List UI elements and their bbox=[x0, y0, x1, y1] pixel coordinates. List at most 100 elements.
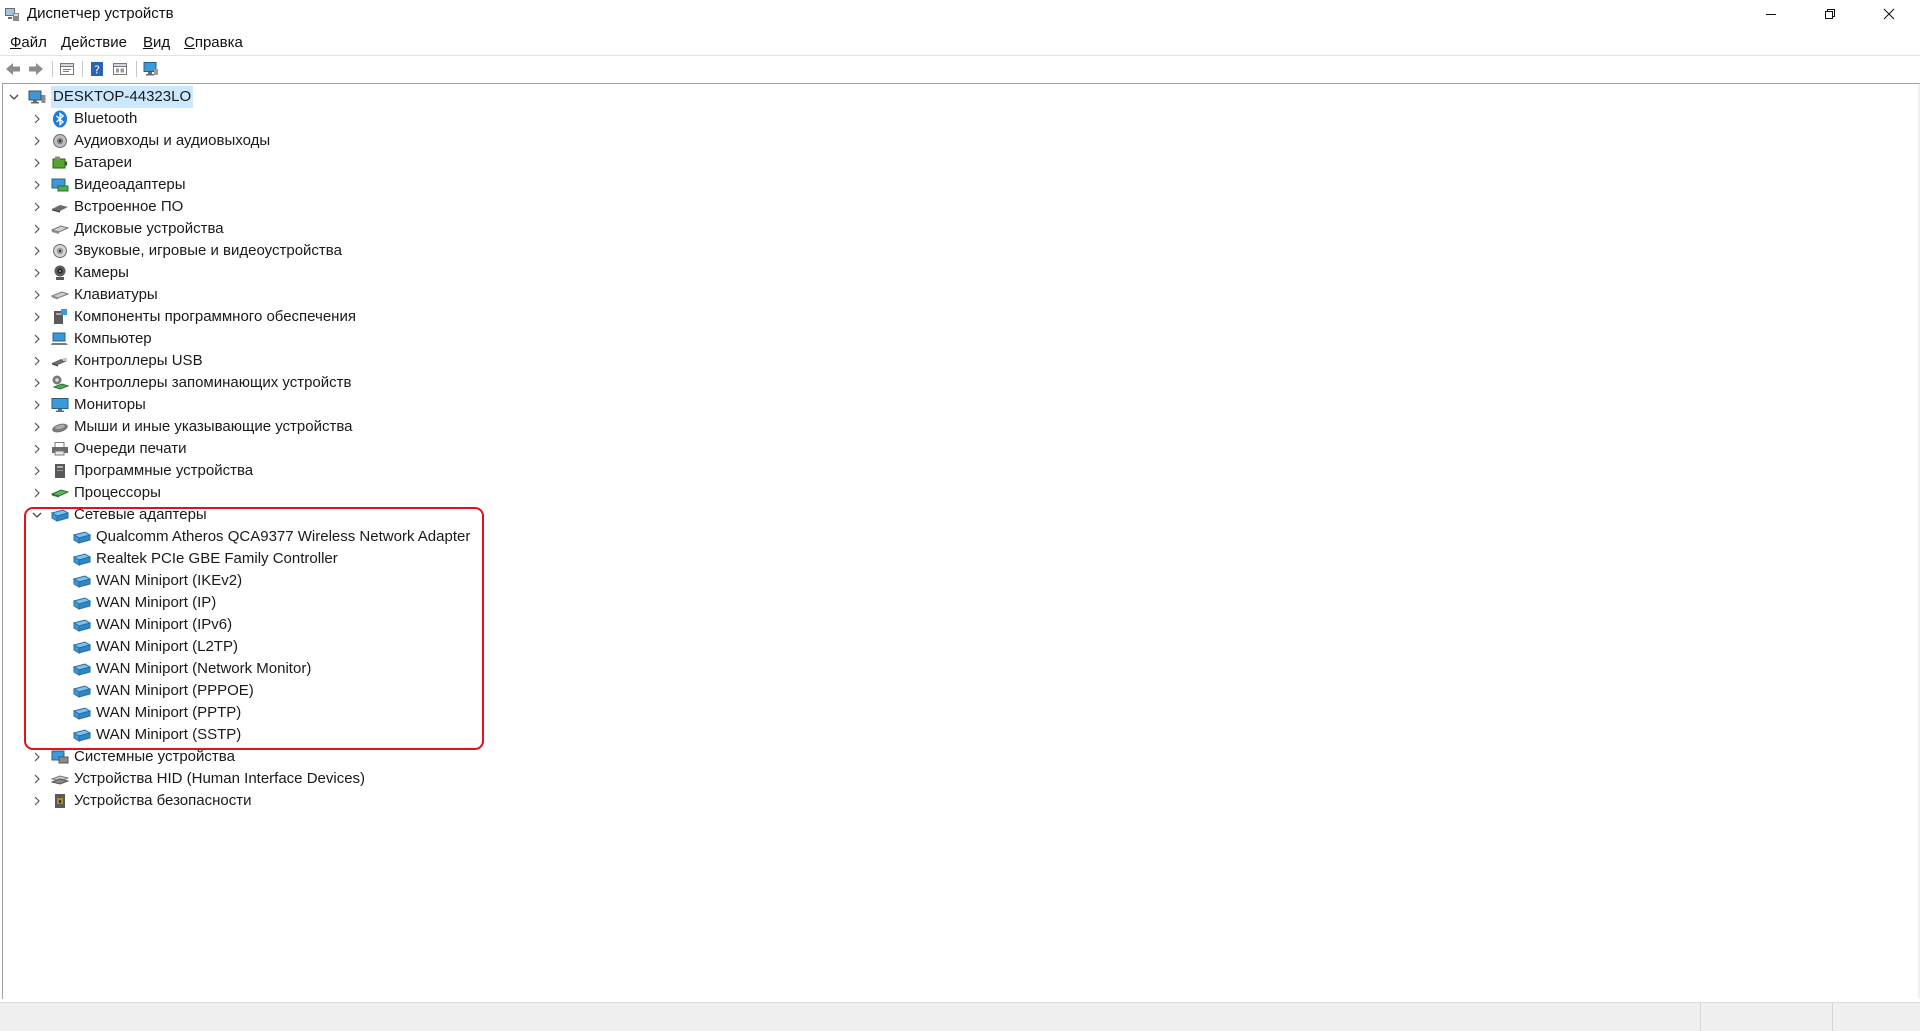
software-device-icon bbox=[51, 462, 69, 480]
device-item[interactable]: WAN Miniport (PPTP) bbox=[51, 702, 241, 724]
device-item[interactable]: WAN Miniport (SSTP) bbox=[51, 724, 241, 746]
tree-category[interactable]: Bluetooth bbox=[29, 108, 137, 130]
minimize-button[interactable] bbox=[1742, 0, 1799, 28]
chevron-right-icon[interactable] bbox=[29, 177, 45, 193]
device-item[interactable]: WAN Miniport (IPv6) bbox=[51, 614, 232, 636]
menu-help[interactable]: Справка bbox=[184, 34, 243, 51]
network-adapter-icon bbox=[73, 726, 91, 744]
menu-file[interactable]: Файл bbox=[10, 34, 47, 51]
tree-category[interactable]: Контроллеры запоминающих устройств bbox=[29, 372, 351, 394]
tree-category[interactable]: Камеры bbox=[29, 262, 129, 284]
category-label: Видеоадаптеры bbox=[74, 176, 186, 193]
hid-icon bbox=[51, 770, 69, 788]
device-label: WAN Miniport (IP) bbox=[96, 594, 217, 611]
tree-category[interactable]: Программные устройства bbox=[29, 460, 253, 482]
tree-category[interactable]: Компоненты программного обеспечения bbox=[29, 306, 356, 328]
help-button[interactable]: ? bbox=[87, 59, 107, 79]
chevron-right-icon[interactable] bbox=[29, 771, 45, 787]
chevron-right-icon[interactable] bbox=[29, 155, 45, 171]
chevron-down-icon[interactable] bbox=[6, 89, 22, 105]
view-button[interactable] bbox=[110, 59, 130, 79]
tree-category[interactable]: Процессоры bbox=[29, 482, 161, 504]
help-icon: ? bbox=[91, 62, 103, 77]
device-label: WAN Miniport (SSTP) bbox=[96, 726, 242, 743]
restore-button[interactable] bbox=[1801, 0, 1858, 28]
chevron-right-icon[interactable] bbox=[29, 199, 45, 215]
tree-category[interactable]: Устройства безопасности bbox=[29, 790, 251, 812]
device-item[interactable]: WAN Miniport (IKEv2) bbox=[51, 570, 242, 592]
tree-category[interactable]: Видеоадаптеры bbox=[29, 174, 186, 196]
menu-action[interactable]: Действие bbox=[61, 34, 127, 51]
device-item[interactable]: Qualcomm Atheros QCA9377 Wireless Networ… bbox=[51, 526, 470, 548]
sound-icon bbox=[51, 242, 69, 260]
chevron-right-icon[interactable] bbox=[29, 111, 45, 127]
tree-category[interactable]: Очереди печати bbox=[29, 438, 187, 460]
tree-category-network-adapters[interactable]: Сетевые адаптеры bbox=[29, 504, 207, 526]
menu-view[interactable]: Вид bbox=[143, 34, 170, 51]
network-adapter-icon bbox=[73, 572, 91, 590]
chevron-right-icon[interactable] bbox=[29, 331, 45, 347]
tree-category[interactable]: Компьютер bbox=[29, 328, 152, 350]
device-label: WAN Miniport (IKEv2) bbox=[96, 572, 243, 589]
minimize-icon bbox=[1765, 14, 1776, 15]
network-adapter-icon bbox=[73, 616, 91, 634]
close-button[interactable] bbox=[1860, 0, 1917, 28]
chevron-down-icon[interactable] bbox=[29, 507, 45, 523]
tree-category[interactable]: Мыши и иные указывающие устройства bbox=[29, 416, 352, 438]
tree-category[interactable]: Батареи bbox=[29, 152, 132, 174]
chevron-right-icon[interactable] bbox=[29, 749, 45, 765]
tree-category[interactable]: Мониторы bbox=[29, 394, 146, 416]
network-adapter-icon bbox=[51, 506, 69, 524]
tree-category[interactable]: Клавиатуры bbox=[29, 284, 158, 306]
category-label: Встроенное ПО bbox=[74, 198, 184, 215]
device-item[interactable]: Realtek PCIe GBE Family Controller bbox=[51, 548, 338, 570]
mouse-icon bbox=[51, 418, 69, 436]
chevron-right-icon[interactable] bbox=[29, 397, 45, 413]
chevron-right-icon[interactable] bbox=[29, 221, 45, 237]
tree-category[interactable]: Аудиовходы и аудиовыходы bbox=[29, 130, 270, 152]
tree-category[interactable]: Дисковые устройства bbox=[29, 218, 224, 240]
category-label: Аудиовходы и аудиовыходы bbox=[74, 132, 271, 149]
chevron-right-icon[interactable] bbox=[29, 287, 45, 303]
category-label: Мыши и иные указывающие устройства bbox=[74, 418, 353, 435]
tree-category[interactable]: Системные устройства bbox=[29, 746, 235, 768]
device-item[interactable]: WAN Miniport (IP) bbox=[51, 592, 216, 614]
tree-category[interactable]: Контроллеры USB bbox=[29, 350, 203, 372]
computer-icon bbox=[28, 88, 46, 106]
category-label: Звуковые, игровые и видеоустройства bbox=[74, 242, 342, 259]
chevron-right-icon[interactable] bbox=[29, 265, 45, 281]
chevron-right-icon[interactable] bbox=[29, 375, 45, 391]
software-component-icon bbox=[51, 308, 69, 326]
chevron-right-icon[interactable] bbox=[29, 243, 45, 259]
back-arrow-icon bbox=[6, 63, 20, 75]
chevron-right-icon[interactable] bbox=[29, 485, 45, 501]
chevron-right-icon[interactable] bbox=[29, 309, 45, 325]
view-icon bbox=[113, 63, 127, 75]
category-label: Клавиатуры bbox=[74, 286, 158, 303]
chevron-right-icon[interactable] bbox=[29, 419, 45, 435]
category-label: Программные устройства bbox=[74, 462, 254, 479]
forward-button[interactable] bbox=[26, 59, 46, 79]
tree-category[interactable]: Устройства HID (Human Interface Devices) bbox=[29, 768, 365, 790]
tree-category[interactable]: Встроенное ПО bbox=[29, 196, 183, 218]
scan-hardware-button[interactable] bbox=[141, 59, 161, 79]
chevron-right-icon[interactable] bbox=[29, 441, 45, 457]
chevron-right-icon[interactable] bbox=[29, 793, 45, 809]
storage-controller-icon bbox=[51, 374, 69, 392]
device-item[interactable]: WAN Miniport (Network Monitor) bbox=[51, 658, 311, 680]
chevron-right-icon[interactable] bbox=[29, 463, 45, 479]
tree-root-label: DESKTOP-44323LO bbox=[51, 86, 194, 108]
network-adapter-icon bbox=[73, 660, 91, 678]
back-button[interactable] bbox=[3, 59, 23, 79]
chevron-right-icon[interactable] bbox=[29, 133, 45, 149]
device-item[interactable]: WAN Miniport (L2TP) bbox=[51, 636, 238, 658]
status-separator bbox=[1832, 1003, 1834, 1031]
chevron-right-icon[interactable] bbox=[29, 353, 45, 369]
security-device-icon bbox=[51, 792, 69, 810]
tree-category[interactable]: Звуковые, игровые и видеоустройства bbox=[29, 240, 342, 262]
usb-icon bbox=[51, 352, 69, 370]
tree-root[interactable]: DESKTOP-44323LO bbox=[6, 86, 194, 108]
device-item[interactable]: WAN Miniport (PPPOE) bbox=[51, 680, 254, 702]
status-bar bbox=[0, 1002, 1920, 1031]
properties-button[interactable] bbox=[57, 59, 77, 79]
